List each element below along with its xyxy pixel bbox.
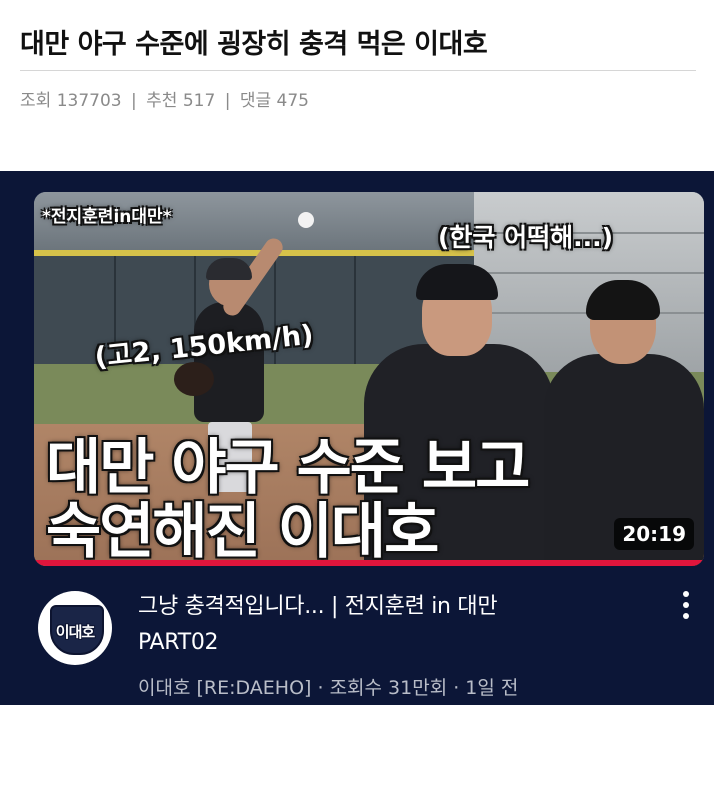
video-title[interactable]: 그냥 충격적입니다... | 전지훈련 in 대만 PART02 bbox=[138, 589, 658, 661]
meta-separator: | bbox=[224, 91, 231, 111]
man-hair bbox=[586, 280, 660, 320]
title-divider bbox=[20, 70, 696, 71]
video-duration-badge: 20:19 bbox=[614, 518, 694, 550]
baseball bbox=[298, 212, 314, 228]
recommend-label: 추천 bbox=[146, 91, 178, 111]
overlay-headline-line1: 대만 야구 수준 보고 bbox=[46, 433, 530, 503]
man-cap bbox=[416, 264, 498, 300]
menu-dot bbox=[683, 591, 689, 597]
menu-dot bbox=[683, 613, 689, 619]
comments-label: 댓글 bbox=[239, 91, 272, 111]
progress-bar bbox=[34, 560, 704, 566]
comments-count: 475 bbox=[276, 91, 309, 111]
video-title-line2: PART02 bbox=[138, 630, 219, 655]
pitcher-cap bbox=[206, 258, 252, 280]
video-meta: 이대호 [RE:DAEHO] · 조회수 31만회 · 1일 전 bbox=[138, 677, 519, 699]
meta-separator: | bbox=[131, 91, 137, 111]
views-label: 조회 bbox=[20, 91, 52, 111]
more-vert-icon[interactable] bbox=[676, 591, 696, 627]
recommend-count: 517 bbox=[182, 91, 216, 111]
menu-dot bbox=[683, 602, 689, 608]
video-title-line1: 그냥 충격적입니다... | 전지훈련 in 대만 bbox=[138, 594, 498, 619]
overlay-caption-korea: (한국 어떡해...) bbox=[438, 223, 614, 252]
video-embed[interactable]: *전지훈련in대만* (한국 어떡해...) (고2, 150km/h) 대만 … bbox=[0, 171, 714, 705]
overlay-caption-training: *전지훈련in대만* bbox=[42, 207, 172, 227]
wall-stripe bbox=[354, 254, 356, 364]
pitcher-glove bbox=[174, 362, 214, 396]
post-title: 대만 야구 수준에 굉장히 충격 먹은 이대호 bbox=[20, 29, 488, 60]
video-thumbnail[interactable]: *전지훈련in대만* (한국 어떡해...) (고2, 150km/h) 대만 … bbox=[34, 192, 704, 566]
overlay-headline-line2: 숙연해진 이대호 bbox=[46, 497, 439, 566]
channel-avatar[interactable]: 이대호 bbox=[38, 591, 112, 665]
post-meta: 조회 137703 | 추천 517 | 댓글 475 bbox=[20, 86, 309, 111]
channel-logo-text: 이대호 bbox=[55, 623, 95, 641]
views-count: 137703 bbox=[56, 91, 122, 111]
